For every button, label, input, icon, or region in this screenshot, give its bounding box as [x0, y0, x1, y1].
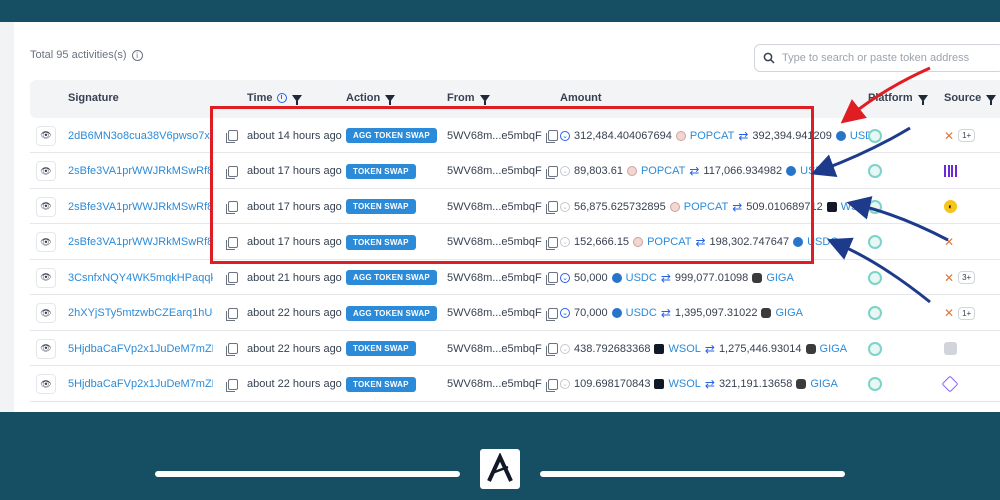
footer-divider [540, 471, 845, 477]
footer-divider [155, 471, 460, 477]
arrow-blue [846, 196, 949, 242]
brand-logo [480, 449, 520, 489]
arrow-blue [810, 126, 911, 178]
arrow-red [840, 66, 931, 124]
arrow-blue [826, 237, 931, 304]
logo-icon [487, 453, 513, 482]
